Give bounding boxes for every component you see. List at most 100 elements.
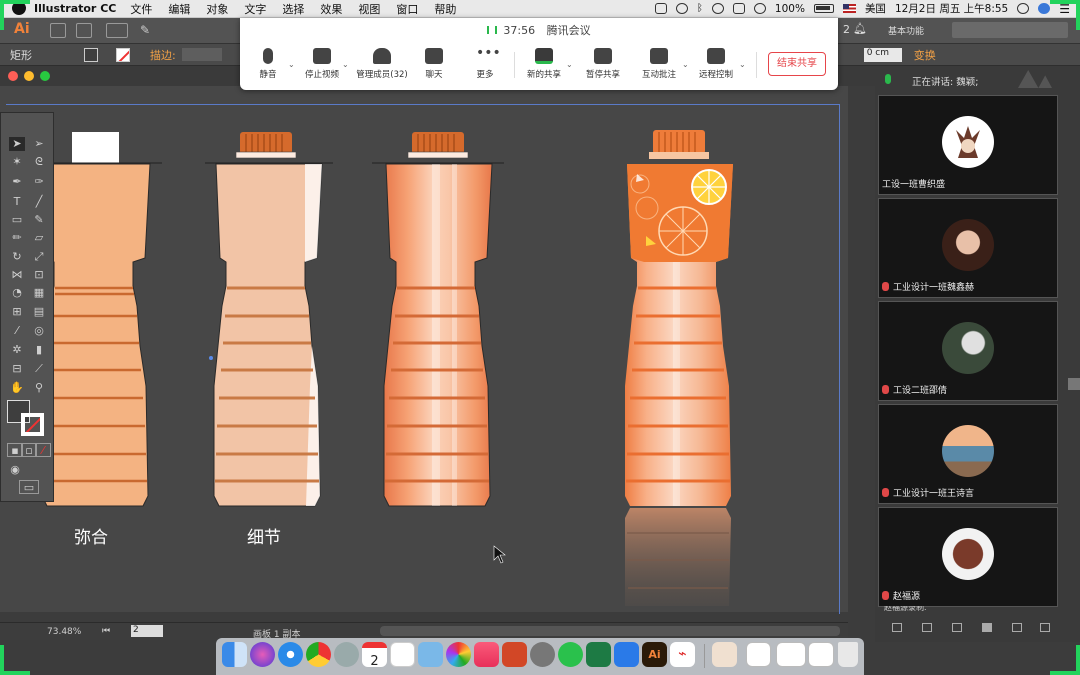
acrobat-icon[interactable]: ⌁ (670, 642, 695, 667)
menu-type[interactable]: 文字 (244, 1, 266, 17)
blend-tool-icon[interactable]: ◎ (31, 324, 47, 338)
battery-percent[interactable]: 100% (775, 3, 805, 15)
video-options-chevron-icon[interactable]: ⌄ (342, 60, 349, 69)
menu-object[interactable]: 对象 (206, 1, 228, 17)
menu-window[interactable]: 窗口 (396, 1, 418, 17)
panel-tool-icon[interactable] (1040, 623, 1050, 632)
hand-tool-icon[interactable]: ✋ (9, 381, 25, 395)
type-tool-icon[interactable]: T (9, 195, 25, 209)
annotate-button[interactable]: 互动批注 (629, 48, 689, 80)
spotlight-icon[interactable] (1017, 3, 1030, 14)
participant-tile[interactable]: 工业设计一班王诗言 (878, 404, 1058, 504)
manage-members-button[interactable]: 管理成员(32) (352, 48, 412, 80)
panel-tool-icon[interactable] (892, 623, 902, 632)
recent-file-icon[interactable] (712, 642, 737, 667)
menu-file[interactable]: 文件 (130, 1, 152, 17)
pencil-tool-icon[interactable]: ✏ (9, 231, 25, 245)
airplay-icon[interactable] (732, 3, 745, 14)
system-preferences-icon[interactable] (530, 642, 555, 667)
menu-edit[interactable]: 编辑 (168, 1, 190, 17)
safari-icon[interactable] (278, 642, 303, 667)
music-icon[interactable] (474, 642, 499, 667)
share-options-chevron-icon[interactable]: ⌄ (566, 60, 573, 69)
mesh-tool-icon[interactable]: ⊞ (9, 305, 25, 319)
menu-view[interactable]: 视图 (358, 1, 380, 17)
selection-tool-icon[interactable]: ➤ (9, 137, 25, 151)
time-machine-icon[interactable] (675, 3, 688, 14)
recent-doc-icon[interactable] (746, 642, 771, 667)
notification-bell-icon[interactable]: 🔔︎ (853, 22, 867, 35)
bottle-shading[interactable] (372, 132, 504, 507)
recent-screenshot-icon[interactable] (776, 642, 806, 667)
gradient-tool-icon[interactable]: ▤ (31, 305, 47, 319)
symbol-sprayer-tool-icon[interactable]: ✲ (9, 343, 25, 357)
excel-icon[interactable] (586, 642, 611, 667)
search-input[interactable] (952, 22, 1068, 38)
perspective-grid-tool-icon[interactable]: ▦ (31, 286, 47, 300)
zoom-window-button[interactable] (40, 71, 50, 81)
screen-mode-icon[interactable]: ▭ (19, 480, 39, 494)
stock-icon[interactable] (76, 23, 92, 38)
zoom-tool-icon[interactable]: ⚲ (31, 381, 47, 395)
page-nav-first-icon[interactable]: ⏮ (102, 626, 110, 636)
eraser-tool-icon[interactable]: ▱ (31, 231, 47, 245)
curvature-tool-icon[interactable]: ✑ (31, 175, 47, 189)
app-name[interactable]: Illustrator CC (34, 2, 116, 15)
participant-tile[interactable]: 工设一班曹织盛 (878, 95, 1058, 195)
rotate-tool-icon[interactable]: ↻ (9, 250, 25, 264)
menu-effect[interactable]: 效果 (320, 1, 342, 17)
free-transform-tool-icon[interactable]: ⊡ (31, 268, 47, 282)
column-graph-tool-icon[interactable]: ▮ (31, 343, 47, 357)
transform-link[interactable]: 变换 (914, 47, 936, 63)
artboard-tool-icon[interactable]: ⊟ (9, 362, 25, 376)
battery-icon[interactable] (813, 4, 834, 13)
minimize-window-button[interactable] (24, 71, 34, 81)
new-share-button[interactable]: 新的共享 (514, 48, 574, 80)
arrange-documents-icon[interactable] (106, 23, 128, 38)
chrome-icon[interactable] (306, 642, 331, 667)
participant-tile[interactable]: 工业设计一班魏鑫赫 (878, 198, 1058, 298)
remote-control-button[interactable]: 远程控制 (686, 48, 746, 80)
close-window-button[interactable] (8, 71, 18, 81)
input-source[interactable]: 美国 (865, 1, 886, 16)
us-flag-icon[interactable] (842, 4, 856, 13)
participant-tile[interactable]: 工设二班邵倩 (878, 301, 1058, 401)
panel-tool-icon[interactable] (922, 623, 932, 632)
arrange-count[interactable]: 2 (843, 23, 850, 36)
menu-select[interactable]: 选择 (282, 1, 304, 17)
panel-tool-icon[interactable] (952, 623, 962, 632)
workspace-switcher[interactable]: 基本功能 (888, 24, 924, 37)
bridge-icon[interactable] (50, 23, 66, 38)
launchpad-icon[interactable] (334, 642, 359, 667)
finder-icon[interactable] (222, 642, 247, 667)
slice-tool-icon[interactable]: ⟋ (31, 362, 47, 376)
clock[interactable]: 12月2日 周五 上午8:55 (895, 1, 1008, 16)
volume-icon[interactable] (753, 3, 766, 14)
rectangle-tool-icon[interactable]: ▭ (9, 213, 25, 227)
trash-icon[interactable] (838, 642, 858, 667)
horizontal-scrollbar[interactable] (380, 626, 840, 636)
end-share-button[interactable]: 结束共享 (768, 52, 826, 76)
calendar-icon[interactable]: 2 (362, 642, 387, 669)
shape-builder-tool-icon[interactable]: ◔ (9, 286, 25, 300)
bottle-final[interactable] (625, 130, 733, 606)
bottle-artwork[interactable] (0, 86, 848, 614)
magic-wand-tool-icon[interactable]: ✶ (9, 155, 25, 169)
preview-icon[interactable] (418, 642, 443, 667)
photos-icon[interactable] (446, 642, 471, 667)
wechat-icon[interactable] (558, 642, 583, 667)
page-number[interactable]: 2 (131, 625, 163, 637)
vertical-scrollbar[interactable] (1068, 378, 1080, 390)
notes-icon[interactable] (390, 642, 415, 667)
remote-options-chevron-icon[interactable]: ⌄ (739, 60, 746, 69)
zoom-level[interactable]: 73.48% (47, 627, 81, 637)
siri-icon[interactable] (1038, 3, 1051, 14)
stroke-swatch[interactable] (116, 47, 130, 62)
eyedropper-tool-icon[interactable]: ⁄ (9, 324, 25, 338)
paintbrush-tool-icon[interactable]: ✎ (31, 213, 47, 227)
menu-help[interactable]: 帮助 (434, 1, 456, 17)
pause-share-button[interactable]: 暂停共享 (573, 48, 633, 80)
none-mode-icon[interactable]: ⁄ (35, 443, 51, 457)
draw-mode-icon[interactable]: ◉ (7, 463, 23, 477)
fill-swatch[interactable] (84, 47, 98, 62)
